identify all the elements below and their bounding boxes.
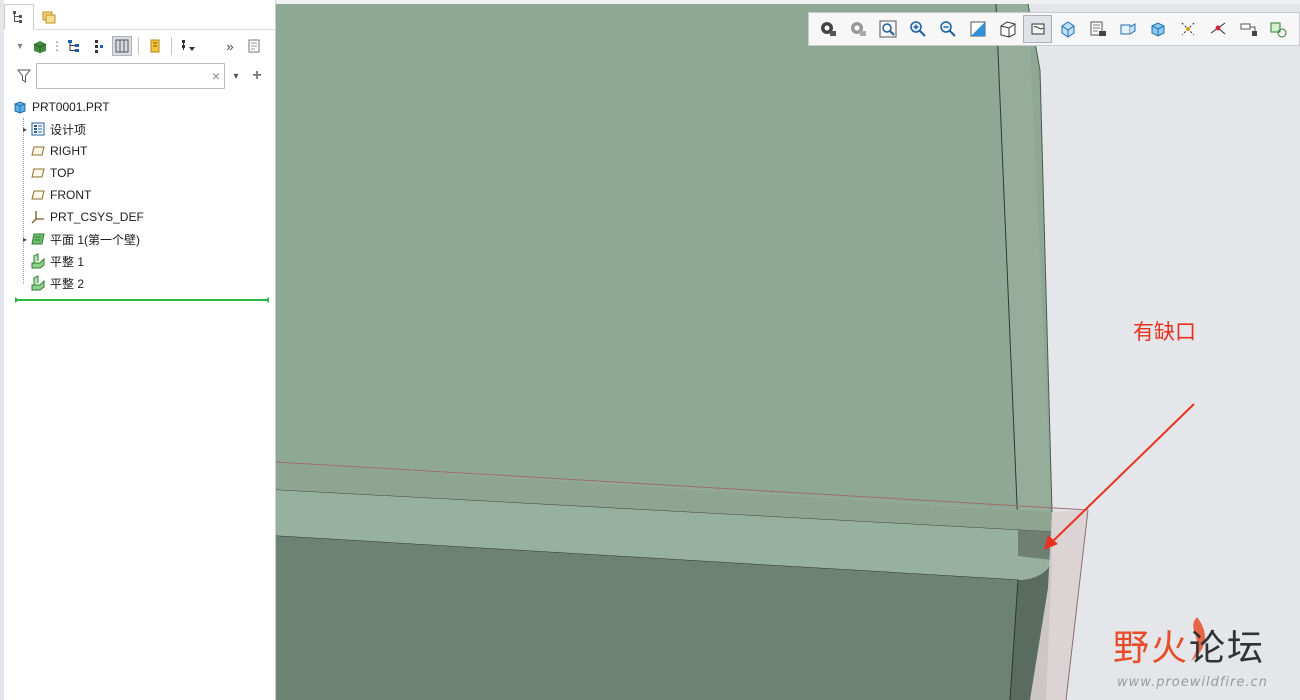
tree-item-flat-2[interactable]: 平整 2 (12, 272, 272, 294)
repaint-icon[interactable] (963, 15, 992, 43)
site-watermark: 野火论坛 www.proewildfire.cn (1113, 615, 1293, 695)
tree-filter-icon[interactable] (64, 36, 84, 56)
sheetmetal-wall-icon (30, 231, 46, 247)
tree-item-top[interactable]: TOP (12, 162, 272, 184)
tree-search-input[interactable] (37, 64, 224, 88)
zoom-fit-icon[interactable] (873, 15, 902, 43)
tree-item-label: 平整 2 (50, 276, 85, 291)
csys-display-icon[interactable] (1263, 15, 1292, 43)
part-display-icon[interactable] (30, 36, 50, 56)
point-display-icon[interactable] (1233, 15, 1262, 43)
model-3d-view (276, 0, 1300, 700)
tree-item-label: 设计项 (50, 122, 87, 137)
view-toolbar (808, 12, 1300, 46)
tree-item-front[interactable]: FRONT (12, 184, 272, 206)
display-style-icon[interactable] (1023, 15, 1052, 43)
datum-display-icon[interactable] (1173, 15, 1202, 43)
columns-toggle-icon[interactable] (112, 36, 132, 56)
tree-root-label: PRT0001.PRT (32, 100, 110, 114)
perspective-icon[interactable] (1113, 15, 1142, 43)
tree-toolbar: ▼ ⋮ » (14, 34, 272, 58)
chevron-down-icon[interactable]: ▾ (228, 71, 244, 82)
section-view-icon[interactable] (1143, 15, 1172, 43)
tree-root-item[interactable]: PRT0001.PRT (12, 96, 272, 118)
panel-edge-strip (0, 0, 4, 700)
details-icon[interactable] (244, 36, 264, 56)
tree-item-label: RIGHT (50, 144, 88, 158)
datum-plane-icon (30, 165, 46, 181)
refit-view-icon[interactable] (813, 15, 842, 43)
top-edge-bar (276, 0, 1300, 4)
tree-item-label: 平整 1 (50, 254, 85, 269)
folder-layers-icon (42, 11, 56, 24)
tree-item-label: PRT_CSYS_DEF (50, 210, 144, 224)
datum-plane-icon (30, 187, 46, 203)
panel-tabs (4, 4, 275, 30)
named-view-icon[interactable] (1053, 15, 1082, 43)
design-items-icon (30, 121, 46, 137)
datum-plane-icon (30, 143, 46, 159)
tree-item-flat-1[interactable]: 平整 1 (12, 250, 272, 272)
watermark-url: www.proewildfire.cn (1117, 675, 1268, 690)
tree-item-label: FRONT (50, 188, 92, 202)
model-tree-panel: ▼ ⋮ » × ▾ + PRT0001.PRT ▸ 设计项 RIGHT TOP … (0, 0, 276, 700)
tree-item-first-wall[interactable]: ▸ 平面 1(第一个壁) (12, 228, 272, 250)
expand-arrow-icon[interactable]: ▸ (20, 125, 30, 134)
saved-views-icon[interactable] (843, 15, 872, 43)
tree-item-design-items[interactable]: ▸ 设计项 (12, 118, 272, 140)
tree-item-right[interactable]: RIGHT (12, 140, 272, 162)
appearance-icon[interactable] (1083, 15, 1112, 43)
search-field-wrapper: × (36, 63, 225, 89)
insert-here-marker[interactable] (15, 297, 269, 303)
flat-wall-icon (30, 253, 46, 269)
tree-item-label: TOP (50, 166, 75, 180)
add-filter-icon[interactable]: + (248, 67, 266, 85)
csys-icon (30, 209, 46, 225)
expand-arrow-icon[interactable]: ▸ (20, 235, 30, 244)
flat-wall-icon (30, 275, 46, 291)
settings-book-icon[interactable] (145, 36, 165, 56)
tab-model-tree[interactable] (4, 4, 34, 30)
tree-settings-dropdown-icon[interactable] (178, 36, 198, 56)
more-tools-icon[interactable]: » (220, 36, 240, 56)
watermark-title: 野火论坛 (1113, 619, 1265, 671)
zoom-in-icon[interactable] (903, 15, 932, 43)
expand-levels-icon[interactable] (88, 36, 108, 56)
zoom-out-icon[interactable] (933, 15, 962, 43)
show-dropdown-icon[interactable]: ▼ (14, 36, 26, 56)
watermark-part-1: 野火 (1113, 628, 1190, 669)
tree-item-label: 平面 1(第一个壁) (50, 232, 141, 247)
toolbar-separator (138, 37, 139, 55)
orientation-icon[interactable] (993, 15, 1022, 43)
watermark-part-2: 论坛 (1189, 628, 1266, 669)
more-dots-icon[interactable]: ⋮ (51, 36, 63, 56)
graphics-window[interactable] (276, 0, 1300, 700)
main-wall-face (276, 4, 1052, 512)
funnel-filter-icon[interactable] (14, 66, 34, 86)
tree-item-csys[interactable]: PRT_CSYS_DEF (12, 206, 272, 228)
clear-search-icon[interactable]: × (212, 68, 220, 84)
model-tree: PRT0001.PRT ▸ 设计项 RIGHT TOP FRONT PRT_CS… (12, 96, 272, 294)
toolbar-separator (171, 37, 172, 55)
model-tree-tab-icon (13, 11, 22, 23)
annotation-label: 有缺口 (1133, 320, 1196, 344)
part-icon (12, 99, 28, 115)
tab-layers[interactable] (34, 4, 64, 30)
tree-search-row: × ▾ + (14, 63, 272, 89)
axis-display-icon[interactable] (1203, 15, 1232, 43)
